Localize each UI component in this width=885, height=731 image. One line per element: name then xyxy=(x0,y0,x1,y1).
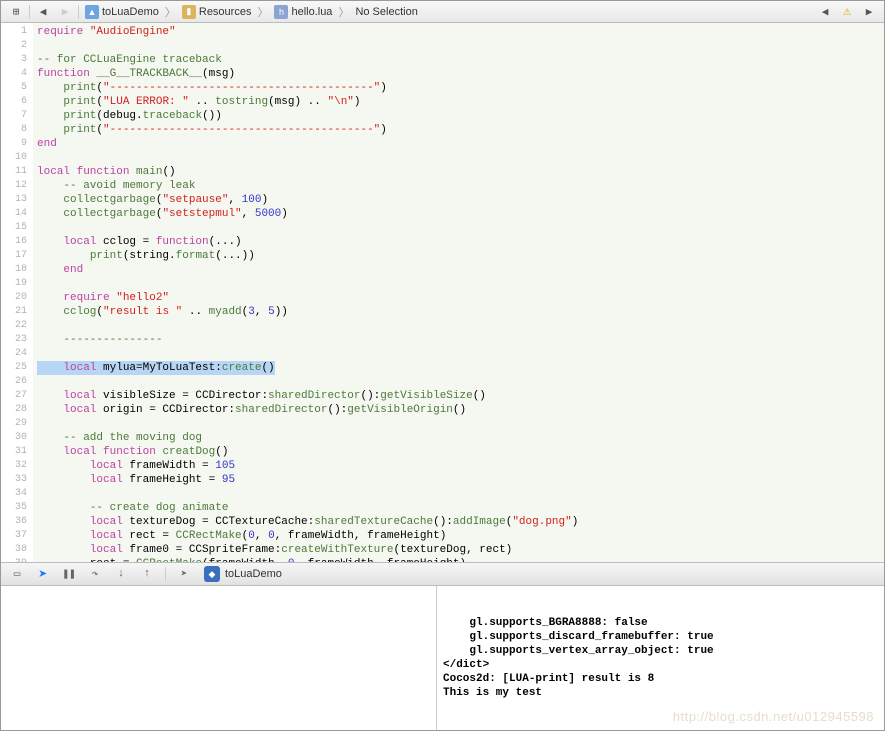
chevron-right-icon: 〉 xyxy=(255,4,270,20)
back-button[interactable]: ◀ xyxy=(32,3,54,21)
code-editor[interactable]: 1234567891011121314151617181920212223242… xyxy=(1,23,884,562)
breadcrumb-file[interactable]: h hello.lua xyxy=(270,5,336,19)
debug-toolbar: ▭ ➤ ❚❚ ↷ ↓ ↑ ➤ ◆ toLuaDemo xyxy=(1,562,884,586)
project-icon: ▲ xyxy=(85,5,99,19)
breadcrumb-label: hello.lua xyxy=(291,6,332,18)
jump-bar: ⊞ ◀ ▶ ▲ toLuaDemo 〉 ▮ Resources 〉 h hell… xyxy=(1,1,884,23)
line-gutter: 1234567891011121314151617181920212223242… xyxy=(1,23,33,562)
step-out-button[interactable]: ↑ xyxy=(137,565,157,583)
file-icon: h xyxy=(274,5,288,19)
app-icon: ◆ xyxy=(204,566,220,582)
debug-location-button[interactable]: ➤ xyxy=(174,565,194,583)
separator xyxy=(165,567,166,581)
prev-issue-button[interactable]: ◀ xyxy=(814,3,836,21)
continue-button[interactable]: ➤ xyxy=(33,565,53,583)
watermark: http://blog.csdn.net/u012945598 xyxy=(673,710,874,724)
target-label: toLuaDemo xyxy=(225,568,282,580)
breadcrumb-folder[interactable]: ▮ Resources xyxy=(178,5,256,19)
breadcrumb-label: No Selection xyxy=(355,6,417,18)
breadcrumb-project[interactable]: ▲ toLuaDemo xyxy=(81,5,163,19)
pause-button[interactable]: ❚❚ xyxy=(59,565,79,583)
next-issue-button[interactable]: ▶ xyxy=(858,3,880,21)
breadcrumb-label: toLuaDemo xyxy=(102,6,159,18)
chevron-right-icon: 〉 xyxy=(163,4,178,20)
step-over-button[interactable]: ↷ xyxy=(85,565,105,583)
variables-pane[interactable] xyxy=(1,586,437,730)
console-area: gl.supports_BGRA8888: false gl.supports_… xyxy=(1,586,884,730)
separator xyxy=(29,5,30,19)
breadcrumb: ▲ toLuaDemo 〉 ▮ Resources 〉 h hello.lua … xyxy=(81,4,422,20)
separator xyxy=(78,5,79,19)
hide-debug-button[interactable]: ▭ xyxy=(7,565,27,583)
forward-button[interactable]: ▶ xyxy=(54,3,76,21)
breadcrumb-label: Resources xyxy=(199,6,252,18)
code-area[interactable]: require "AudioEngine" -- for CCLuaEngine… xyxy=(33,23,884,562)
step-into-button[interactable]: ↓ xyxy=(111,565,131,583)
folder-icon: ▮ xyxy=(182,5,196,19)
warning-icon[interactable]: ⚠ xyxy=(836,3,858,21)
debug-target[interactable]: ◆ toLuaDemo xyxy=(204,566,282,582)
breadcrumb-selection[interactable]: No Selection xyxy=(351,6,421,18)
chevron-right-icon: 〉 xyxy=(336,4,351,20)
output-pane[interactable]: gl.supports_BGRA8888: false gl.supports_… xyxy=(437,586,884,730)
related-items-icon[interactable]: ⊞ xyxy=(5,3,27,21)
